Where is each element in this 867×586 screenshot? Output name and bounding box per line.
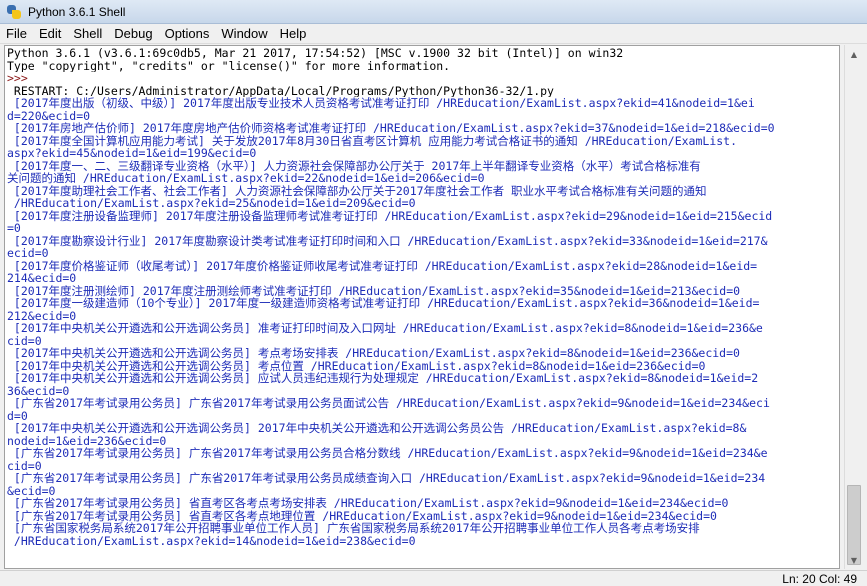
shell-line: [2017年度价格鉴证师（收尾考试）] 2017年度价格鉴证师收尾考试准考证打印… bbox=[7, 259, 758, 272]
shell-line: d=0 bbox=[7, 409, 28, 422]
shell-line: [2017年度注册设备监理师] 2017年度注册设备监理师考试准考证打印 /HR… bbox=[7, 209, 773, 222]
shell-text-area[interactable]: Python 3.6.1 (v3.6.1:69c0db5, Mar 21 201… bbox=[4, 45, 840, 569]
shell-line: [广东省2017年考试录用公务员] 广东省2017年考试录用公务员成绩查询入口 … bbox=[7, 472, 766, 485]
arrow-down-icon[interactable]: ▼ bbox=[846, 552, 862, 568]
shell-line: cid=0 bbox=[7, 459, 42, 472]
title-bar[interactable]: Python 3.6.1 Shell bbox=[0, 0, 867, 24]
shell-line: [2017年中央机关公开遴选和公开选调公务员] 考点位置 /HREducatio… bbox=[7, 359, 706, 372]
shell-line: [2017年中央机关公开遴选和公开选调公务员] 考点考场安排表 /HREduca… bbox=[7, 347, 740, 360]
shell-line: [广东省2017年考试录用公务员] 广东省2017年考试录用公务员合格分数线 /… bbox=[7, 447, 768, 460]
menu-options[interactable]: Options bbox=[159, 24, 216, 44]
menu-edit[interactable]: Edit bbox=[33, 24, 67, 44]
shell-line: [2017年度全国计算机应用能力考试] 关于发放2017年8月30日省直考区计算… bbox=[7, 134, 738, 147]
shell-line: [2017年度助理社会工作者、社会工作者] 人力资源社会保障部办公厅关于2017… bbox=[7, 184, 707, 197]
shell-line: [2017年中央机关公开遴选和公开选调公务员] 2017年中央机关公开遴选和公开… bbox=[7, 422, 747, 435]
shell-line: [广东省2017年考试录用公务员] 广东省2017年考试录用公务员面试公告 /H… bbox=[7, 397, 770, 410]
shell-line: [2017年度出版（初级、中级）] 2017年度出版专业技术人员资格考试准考证打… bbox=[7, 97, 755, 110]
shell-line: [2017年中央机关公开遴选和公开选调公务员] 准考证打印时间及入口网址 /HR… bbox=[7, 322, 763, 335]
shell-line: Python 3.6.1 (v3.6.1:69c0db5, Mar 21 201… bbox=[7, 47, 624, 60]
shell-line: [2017年中央机关公开遴选和公开选调公务员] 应试人员违纪违规行为处理规定 /… bbox=[7, 372, 759, 385]
menu-help[interactable]: Help bbox=[274, 24, 313, 44]
status-bar: Ln: 20 Col: 49 bbox=[0, 570, 867, 586]
shell-line: &ecid=0 bbox=[7, 484, 56, 497]
shell-line: [2017年房地产估价师] 2017年度房地产估价师资格考试准考证打印 /HRE… bbox=[7, 122, 775, 135]
shell-line: aspx?ekid=45&nodeid=1&eid=199&ecid=0 bbox=[7, 147, 257, 160]
shell-line: [2017年度一、二、三级翻译专业资格（水平）] 人力资源社会保障部办公厅关于 … bbox=[7, 159, 701, 172]
arrow-up-icon[interactable]: ▲ bbox=[846, 46, 862, 62]
menu-window[interactable]: Window bbox=[215, 24, 273, 44]
shell-line: [广东省国家税务局系统2017年公开招聘事业单位工作人员] 广东省国家税务局系统… bbox=[7, 522, 700, 535]
shell-line: cid=0 bbox=[7, 334, 42, 347]
cursor-position: Ln: 20 Col: 49 bbox=[782, 572, 857, 586]
shell-line: [2017年度注册测绘师] 2017年度注册测绘师考试准考证打印 /HREduc… bbox=[7, 284, 741, 297]
shell-line: 214&ecid=0 bbox=[7, 272, 77, 285]
shell-line: 关问题的通知 /HREducation/ExamList.aspx?ekid=2… bbox=[7, 172, 485, 185]
shell-line: d=220&ecid=0 bbox=[7, 109, 91, 122]
menu-shell[interactable]: Shell bbox=[67, 24, 108, 44]
shell-line: =0 bbox=[7, 222, 21, 235]
shell-line: /HREducation/ExamList.aspx?ekid=25&nodei… bbox=[7, 197, 416, 210]
shell-line: [2017年度一级建造师（10个专业）] 2017年度一级建造师资格考试准考证打… bbox=[7, 297, 760, 310]
shell-line: RESTART: C:/Users/Administrator/AppData/… bbox=[7, 84, 554, 97]
shell-line: [2017年度勘察设计行业] 2017年度勘察设计类考试准考证打印时间和入口 /… bbox=[7, 234, 768, 247]
shell-line: Type "copyright", "credits" or "license(… bbox=[7, 59, 451, 72]
vertical-scrollbar[interactable]: ▲ ▼ bbox=[844, 45, 862, 569]
shell-line: ecid=0 bbox=[7, 247, 49, 260]
python-logo-icon bbox=[6, 4, 22, 20]
menu-bar: File Edit Shell Debug Options Window Hel… bbox=[0, 24, 867, 44]
shell-line: nodeid=1&eid=236&ecid=0 bbox=[7, 434, 167, 447]
shell-line: >>> bbox=[7, 72, 35, 85]
menu-file[interactable]: File bbox=[0, 24, 33, 44]
window-title: Python 3.6.1 Shell bbox=[28, 4, 126, 19]
shell-line: 36&ecid=0 bbox=[7, 384, 70, 397]
shell-line: /HREducation/ExamList.aspx?ekid=14&nodei… bbox=[7, 534, 416, 547]
shell-line: [广东省2017年考试录用公务员] 省直考区各考点考场安排表 /HREducat… bbox=[7, 497, 729, 510]
shell-line: [广东省2017年考试录用公务员] 省直考区各考点地理位置 /HREducati… bbox=[7, 509, 717, 522]
shell-line: 212&ecid=0 bbox=[7, 309, 77, 322]
menu-debug[interactable]: Debug bbox=[108, 24, 158, 44]
